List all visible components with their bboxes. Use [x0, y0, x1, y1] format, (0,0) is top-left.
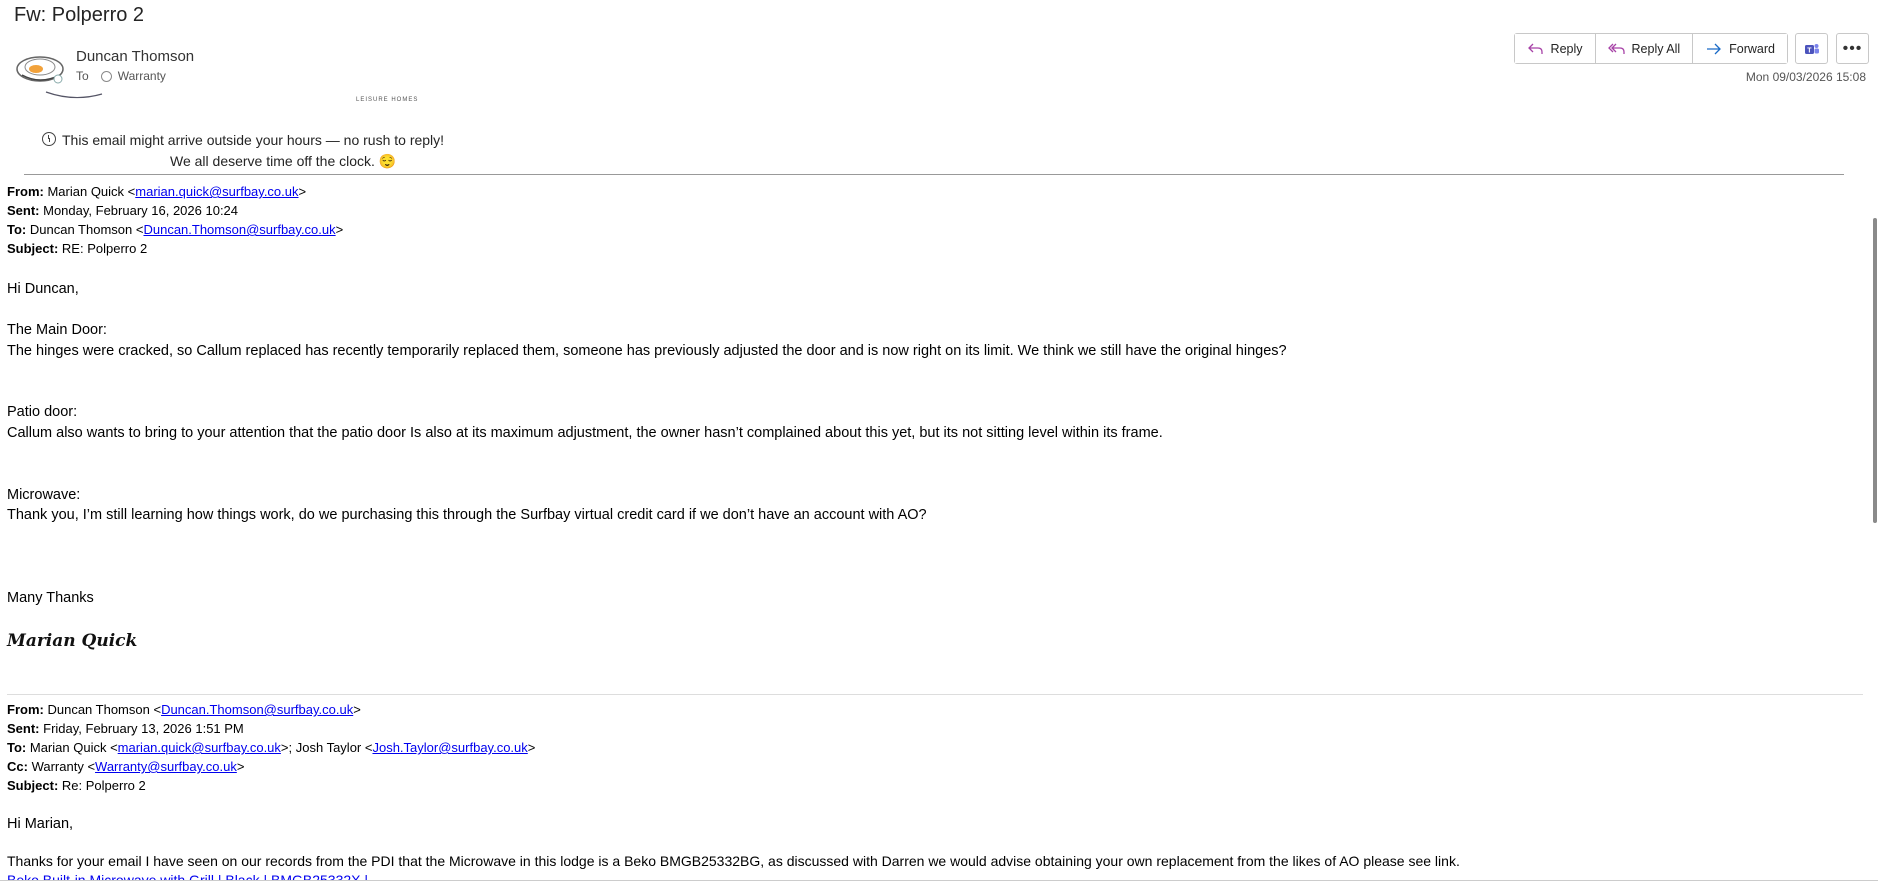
more-options-button[interactable]: ••• [1836, 33, 1869, 64]
teams-button[interactable]: T [1795, 33, 1828, 64]
teams-icon: T [1804, 43, 1819, 54]
logo-text: LEISURE HOMES [356, 97, 419, 103]
forward-button[interactable]: Forward [1693, 34, 1787, 63]
reply-all-icon [1607, 43, 1625, 54]
closing: Many Thanks [7, 590, 94, 606]
email2-link-container: Beko Built-in Microwave with Grill | Bla… [7, 872, 368, 880]
email1-from-row: From: Marian Quick <marian.quick@surfbay… [7, 184, 307, 199]
email2-body: Thanks for your email I have seen on our… [7, 853, 1460, 869]
reply-all-button[interactable]: Reply All [1595, 34, 1694, 63]
email1-greeting: Hi Duncan, [7, 281, 79, 297]
ellipsis-icon: ••• [1842, 39, 1863, 57]
bottom-border [0, 880, 1878, 881]
signature: Marian Quick [7, 631, 138, 651]
notice-text-1: This email might arrive outside your hou… [62, 132, 445, 148]
svg-text:T: T [1807, 47, 1812, 54]
notice-line-1: This email might arrive outside your hou… [42, 132, 444, 148]
message-datetime: Mon 09/03/2026 15:08 [1745, 70, 1866, 84]
microwave-heading: Microwave: [7, 487, 81, 503]
email2-cc-row: Cc: Warranty <Warranty@surfbay.co.uk> [7, 759, 245, 774]
patio-heading: Patio door: [7, 404, 78, 420]
email2-sent-row: Sent: Friday, February 13, 2026 1:51 PM [7, 721, 244, 736]
email1-from-link[interactable]: marian.quick@surfbay.co.uk [135, 184, 298, 199]
email1-to-row: To: Duncan Thomson <Duncan.Thomson@surfb… [7, 222, 344, 237]
email1-subject-row: Subject: RE: Polperro 2 [7, 241, 148, 256]
email2-header: From: Duncan Thomson <Duncan.Thomson@sur… [7, 700, 535, 795]
reply-all-label: Reply All [1631, 41, 1681, 56]
clock-icon [42, 132, 56, 146]
to-label: To [76, 69, 89, 83]
scrollbar-thumb[interactable] [1873, 218, 1877, 523]
email1-header: From: Marian Quick <marian.quick@surfbay… [7, 182, 343, 258]
email2-to-link-1[interactable]: marian.quick@surfbay.co.uk [118, 740, 281, 755]
message-actions: Reply Reply All Forward [1513, 33, 1788, 64]
reply-label: Reply [1550, 41, 1583, 56]
email2-greeting: Hi Marian, [7, 816, 74, 832]
email2-subject-row: Subject: Re: Polperro 2 [7, 778, 146, 793]
email-subject: Fw: Polperro 2 [14, 4, 145, 26]
presence-ring-icon [100, 70, 112, 82]
email2-from-link[interactable]: Duncan.Thomson@surfbay.co.uk [161, 702, 353, 717]
microwave-text: Thank you, I’m still learning how things… [7, 507, 927, 523]
divider [24, 174, 1844, 175]
logo-swoosh [45, 91, 103, 99]
to-line: To Warranty [76, 69, 166, 83]
patio-text: Callum also wants to bring to your atten… [7, 425, 1163, 441]
forward-label: Forward [1729, 41, 1775, 56]
email2-to-link-2[interactable]: Josh.Taylor@surfbay.co.uk [372, 740, 527, 755]
email1-to-link[interactable]: Duncan.Thomson@surfbay.co.uk [143, 222, 335, 237]
notice-text-2: We all deserve time off the clock. 😌 [170, 153, 397, 169]
divider [7, 694, 1863, 695]
reply-icon [1527, 43, 1543, 54]
email2-cc-link[interactable]: Warranty@surfbay.co.uk [95, 759, 237, 774]
product-link[interactable]: Beko Built-in Microwave with Grill | Bla… [7, 872, 368, 880]
to-recipient[interactable]: Warranty [118, 69, 166, 83]
main-door-heading: The Main Door: [7, 322, 107, 338]
sender-name[interactable]: Duncan Thomson [76, 48, 194, 65]
email2-to-row: To: Marian Quick <marian.quick@surfbay.c… [7, 740, 536, 755]
email1-sent-row: Sent: Monday, February 16, 2026 10:24 [7, 203, 239, 218]
main-door-text: The hinges were cracked, so Callum repla… [7, 343, 1287, 359]
reply-button[interactable]: Reply [1514, 34, 1596, 63]
forward-arrow-icon [1707, 43, 1722, 54]
email2-from-row: From: Duncan Thomson <Duncan.Thomson@sur… [7, 702, 361, 717]
